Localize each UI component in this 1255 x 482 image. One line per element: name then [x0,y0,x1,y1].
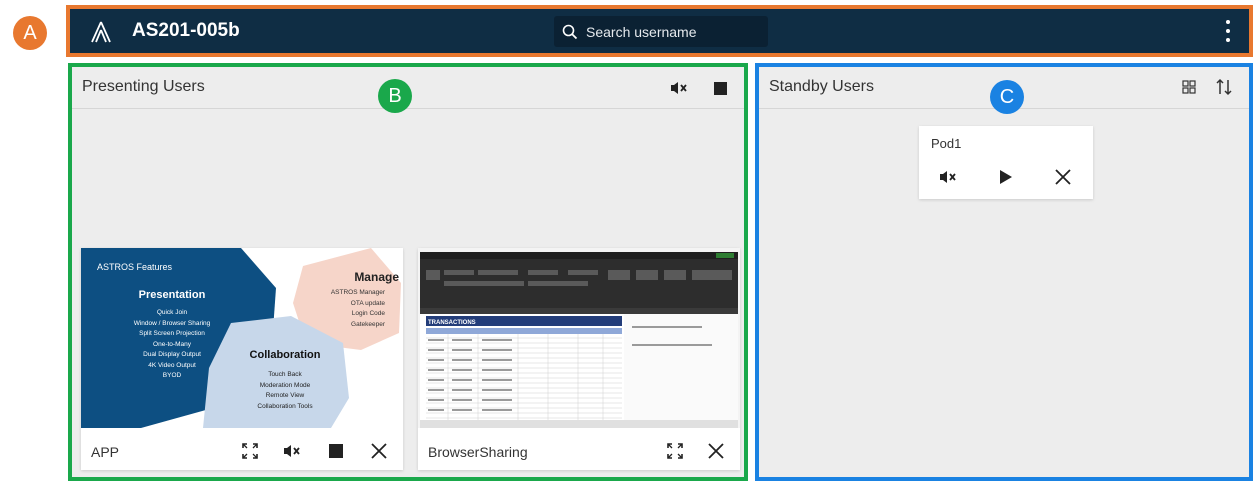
callout-c: C [990,80,1024,114]
presenter-card-app[interactable]: ASTROS Features Presentation Quick Join … [81,248,403,470]
top-bar: AS201-005b [70,9,1249,53]
mute-icon[interactable] [937,168,959,186]
thumb-manage-list: ASTROS Manager OTA update Login Code Gat… [330,289,385,328]
close-icon[interactable] [368,440,390,462]
fullscreen-icon[interactable] [665,441,685,461]
more-vert-icon[interactable] [1220,18,1236,44]
pod-name: Pod1 [931,136,962,151]
stop-icon[interactable] [326,441,346,461]
thumb-collaboration-list: Touch Back Moderation Mode Remote View C… [257,371,313,410]
play-icon[interactable] [997,167,1015,187]
stop-all-icon[interactable] [711,79,729,97]
grid-view-icon[interactable] [1180,78,1198,96]
logo-icon [91,21,111,43]
sort-icon[interactable] [1214,77,1234,97]
sheet-title: TRANSACTIONS [428,320,476,326]
spreadsheet-thumbnail-icon: TRANSACTIONS [420,252,738,428]
thumb-heading: ASTROS Features [97,262,173,272]
browser-sharing-thumbnail: TRANSACTIONS [418,248,740,428]
mute-all-icon[interactable] [669,79,689,97]
app-root: A AS201-005b Presenting Users [0,0,1255,482]
app-thumbnail: ASTROS Features Presentation Quick Join … [81,248,403,428]
presenter-card-browsersharing[interactable]: TRANSACTIONS BrowserSharing [418,248,740,470]
search-input[interactable] [586,23,756,40]
standby-panel-title: Standby Users [769,78,874,95]
close-icon[interactable] [705,440,727,462]
search-icon [562,24,578,39]
card-label-browsersharing: BrowserSharing [428,444,528,460]
thumb-manage-title: Manage [354,270,399,284]
thumb-presentation-title: Presentation [138,289,206,301]
room-title: AS201-005b [132,20,240,41]
search-box[interactable] [554,16,768,47]
presenting-panel-title: Presenting Users [82,78,205,95]
fullscreen-icon[interactable] [240,441,260,461]
callout-b: B [378,79,412,113]
thumb-collaboration-title: Collaboration [249,349,321,361]
mute-icon[interactable] [281,441,303,461]
standby-pod-card[interactable]: Pod1 [919,126,1093,199]
close-icon[interactable] [1052,166,1074,188]
callout-a: A [13,16,47,50]
presenting-users-panel: Presenting Users ASTROS Features Present… [68,63,748,481]
standby-users-panel: Standby Users Pod1 [755,63,1253,481]
card-label-app: APP [91,444,120,460]
